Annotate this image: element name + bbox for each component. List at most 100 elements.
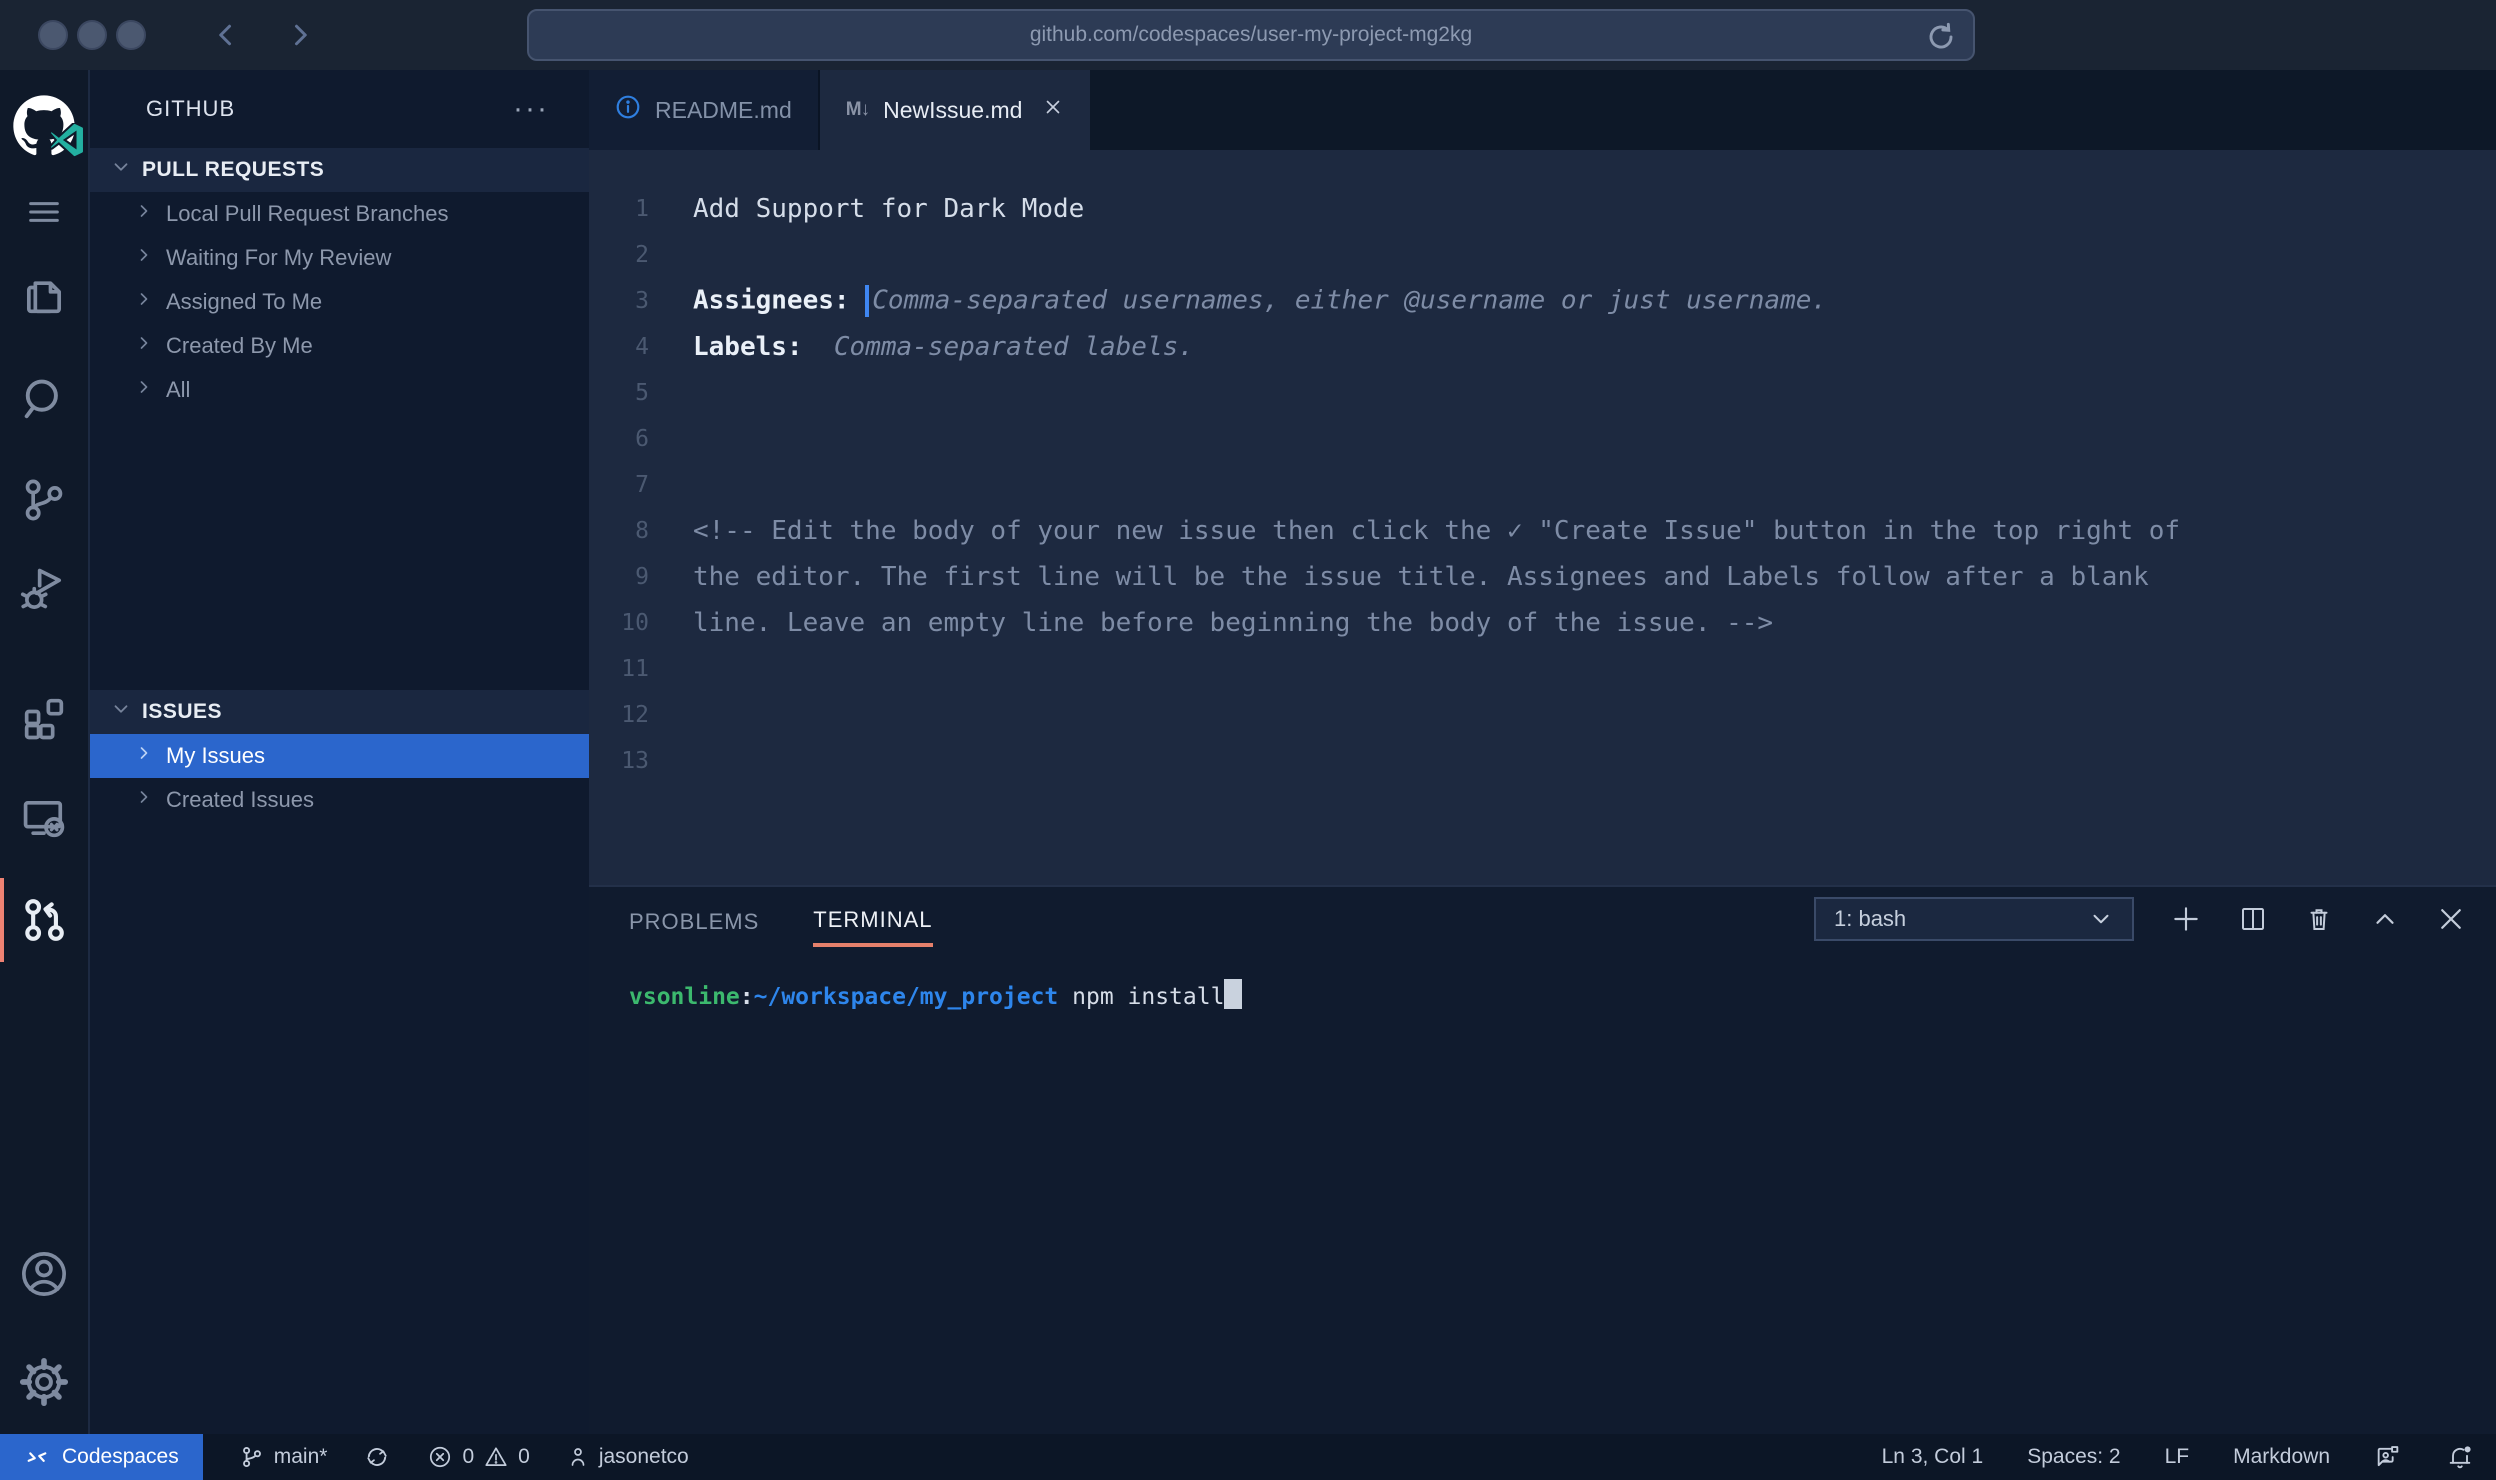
chevron-down-icon — [2088, 906, 2114, 932]
remote-indicator[interactable]: Codespaces — [0, 1434, 203, 1480]
github-pull-requests-icon[interactable] — [0, 894, 89, 946]
labels-label: Labels: — [693, 332, 818, 362]
window-close-button[interactable] — [38, 20, 68, 50]
indentation-status[interactable]: Spaces: 2 — [2027, 1445, 2120, 1469]
chevron-right-icon — [134, 377, 154, 403]
language-mode-status[interactable]: Markdown — [2233, 1445, 2330, 1469]
editor-line: 4Labels: Comma-separated labels. — [589, 324, 2496, 370]
menu-icon[interactable] — [0, 192, 89, 232]
settings-gear-icon[interactable] — [0, 1356, 89, 1408]
assignees-label: Assignees: — [693, 286, 865, 316]
source-control-icon[interactable] — [0, 474, 89, 526]
terminal-output[interactable]: vsonline:~/workspace/my_project npm inst… — [589, 951, 2496, 1010]
bottom-panel: PROBLEMS TERMINAL 1: bash vsonline:~/wor… — [589, 885, 2496, 1434]
browser-chrome: github.com/codespaces/user-my-project-mg… — [0, 0, 2496, 70]
sync-icon — [363, 1443, 391, 1471]
tab-problems[interactable]: PROBLEMS — [629, 893, 759, 945]
comment-text: line. Leave an empty line before beginni… — [649, 608, 1773, 638]
text-cursor — [865, 285, 869, 317]
chevron-right-icon — [134, 743, 154, 769]
account-icon[interactable] — [0, 1248, 89, 1300]
window-zoom-button[interactable] — [116, 20, 146, 50]
tab-terminal[interactable]: TERMINAL — [813, 891, 932, 947]
vscode-logo-icon — [50, 123, 84, 162]
person-icon — [566, 1445, 590, 1469]
sidebar-item-local-pull-request-branches[interactable]: Local Pull Request Branches — [90, 192, 589, 236]
sidebar-item-waiting-for-my-review[interactable]: Waiting For My Review — [90, 236, 589, 280]
chevron-right-icon — [134, 333, 154, 359]
extensions-icon[interactable] — [0, 692, 89, 744]
address-bar[interactable]: github.com/codespaces/user-my-project-mg… — [527, 9, 1975, 61]
browser-forward-icon[interactable] — [284, 20, 314, 50]
editor-line: 10line. Leave an empty line before begin… — [589, 600, 2496, 646]
close-icon[interactable] — [1042, 96, 1064, 124]
reload-icon[interactable] — [1925, 21, 1957, 58]
sidebar-item-created-issues[interactable]: Created Issues — [90, 778, 589, 822]
remote-icon — [24, 1444, 50, 1470]
branch-status[interactable]: main* — [239, 1444, 328, 1470]
eol-status[interactable]: LF — [2165, 1445, 2190, 1469]
explorer-icon[interactable] — [0, 268, 89, 320]
sidebar-item-created-by-me[interactable]: Created By Me — [90, 324, 589, 368]
editor-content[interactable]: 1Add Support for Dark Mode 2 3Assignees:… — [589, 150, 2496, 885]
remote-explorer-icon[interactable] — [0, 792, 89, 844]
browser-back-icon[interactable] — [212, 20, 242, 50]
assignees-placeholder: Comma-separated usernames, either @usern… — [872, 286, 1827, 316]
chevron-right-icon — [134, 245, 154, 271]
window-minimize-button[interactable] — [77, 20, 107, 50]
comment-text: <!-- Edit the body of your new issue the… — [649, 516, 2180, 546]
editor-line: 7 — [589, 462, 2496, 508]
editor-line: 5 — [589, 370, 2496, 416]
status-bar: Codespaces main* 0 0 jasonetco Ln 3, Col… — [0, 1434, 2496, 1480]
problems-status[interactable]: 0 0 — [427, 1444, 529, 1470]
sidebar: GITHUB ··· PULL REQUESTS Local Pull Requ… — [90, 70, 589, 1434]
cursor-position-status[interactable]: Ln 3, Col 1 — [1882, 1445, 1984, 1469]
editor-line: 2 — [589, 232, 2496, 278]
split-terminal-icon[interactable] — [2238, 904, 2268, 934]
more-actions-icon[interactable]: ··· — [513, 99, 549, 119]
editor-line: 8<!-- Edit the body of your new issue th… — [589, 508, 2496, 554]
chevron-right-icon — [134, 289, 154, 315]
close-panel-icon[interactable] — [2436, 904, 2466, 934]
editor-line: 12 — [589, 692, 2496, 738]
sidebar-title: GITHUB — [146, 96, 513, 122]
sidebar-item-all[interactable]: All — [90, 368, 589, 412]
editor-line: 3Assignees: Comma-separated usernames, e… — [589, 278, 2496, 324]
labels-placeholder: Comma-separated labels. — [818, 332, 1194, 362]
user-status[interactable]: jasonetco — [566, 1445, 689, 1469]
kill-terminal-icon[interactable] — [2304, 904, 2334, 934]
info-icon — [615, 94, 641, 126]
feedback-icon — [2374, 1443, 2402, 1471]
notifications-status[interactable] — [2446, 1443, 2474, 1471]
section-header-pull-requests[interactable]: PULL REQUESTS — [90, 148, 589, 192]
editor-tab-bar: README.md M↓ NewIssue.md — [589, 70, 2496, 150]
tab-readme[interactable]: README.md — [589, 70, 820, 150]
git-branch-icon — [239, 1444, 265, 1470]
search-icon[interactable] — [0, 374, 89, 426]
editor-line: 9the editor. The first line will be the … — [589, 554, 2496, 600]
sidebar-item-assigned-to-me[interactable]: Assigned To Me — [90, 280, 589, 324]
chevron-right-icon — [134, 201, 154, 227]
errors-icon — [427, 1444, 453, 1470]
editor-line: 13 — [589, 738, 2496, 784]
section-header-issues[interactable]: ISSUES — [90, 690, 589, 734]
sidebar-item-my-issues[interactable]: My Issues — [90, 734, 589, 778]
terminal-shell-select[interactable]: 1: bash — [1814, 897, 2134, 941]
terminal-user: vsonline — [629, 984, 740, 1010]
debug-icon[interactable] — [0, 564, 89, 616]
terminal-command: npm install — [1058, 984, 1224, 1010]
tab-newissue[interactable]: M↓ NewIssue.md — [820, 70, 1091, 150]
chevron-down-icon — [110, 698, 132, 726]
new-terminal-icon[interactable] — [2170, 903, 2202, 935]
maximize-panel-icon[interactable] — [2370, 904, 2400, 934]
feedback-status[interactable] — [2374, 1443, 2402, 1471]
github-codespaces-logo — [12, 94, 76, 158]
editor-line: 11 — [589, 646, 2496, 692]
sync-status[interactable] — [363, 1443, 391, 1471]
comment-text: the editor. The first line will be the i… — [649, 562, 2149, 592]
warnings-icon — [483, 1444, 509, 1470]
chevron-down-icon — [110, 156, 132, 184]
window-controls — [38, 20, 146, 50]
editor-line: 1Add Support for Dark Mode — [589, 186, 2496, 232]
issue-title-text: Add Support for Dark Mode — [649, 194, 1084, 224]
